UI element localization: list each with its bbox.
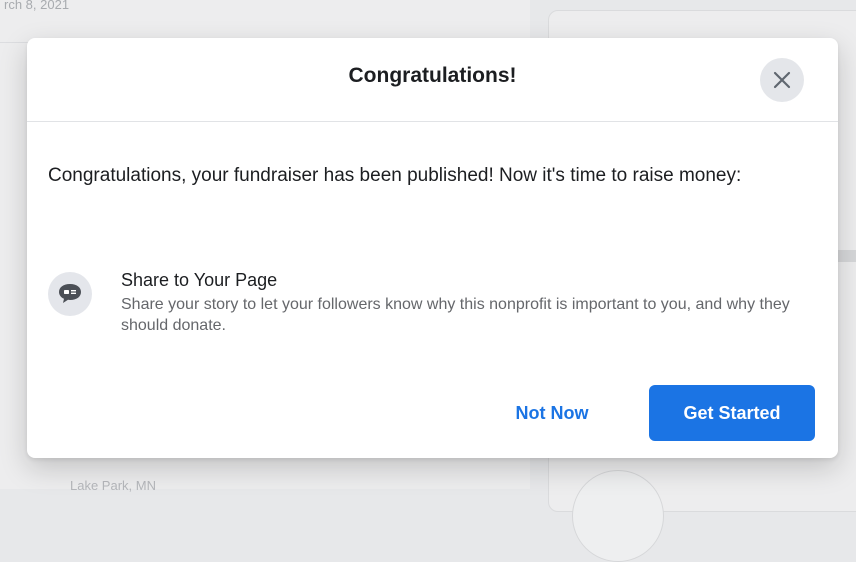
get-started-button[interactable]: Get Started: [649, 385, 815, 441]
close-icon: [773, 71, 791, 89]
not-now-button[interactable]: Not Now: [492, 385, 612, 441]
background-bar: [838, 250, 856, 262]
option-title: Share to Your Page: [121, 270, 278, 290]
option-description: Share your story to let your followers k…: [121, 296, 790, 334]
dialog-header: Congratulations!: [27, 38, 838, 122]
dialog-message: Congratulations, your fundraiser has bee…: [48, 165, 742, 186]
background-footer-text: Lake Park, MN: [70, 478, 156, 493]
chat-bubble-icon: [48, 272, 92, 316]
close-button[interactable]: [760, 58, 804, 102]
congratulations-dialog: Congratulations! Congratulations, your f…: [27, 38, 838, 458]
background-avatar-circle: [572, 470, 664, 562]
background-date: rch 8, 2021: [4, 0, 70, 12]
share-to-page-option: Share to Your Page Share your story to l…: [48, 268, 818, 358]
dialog-title: Congratulations!: [348, 64, 517, 87]
